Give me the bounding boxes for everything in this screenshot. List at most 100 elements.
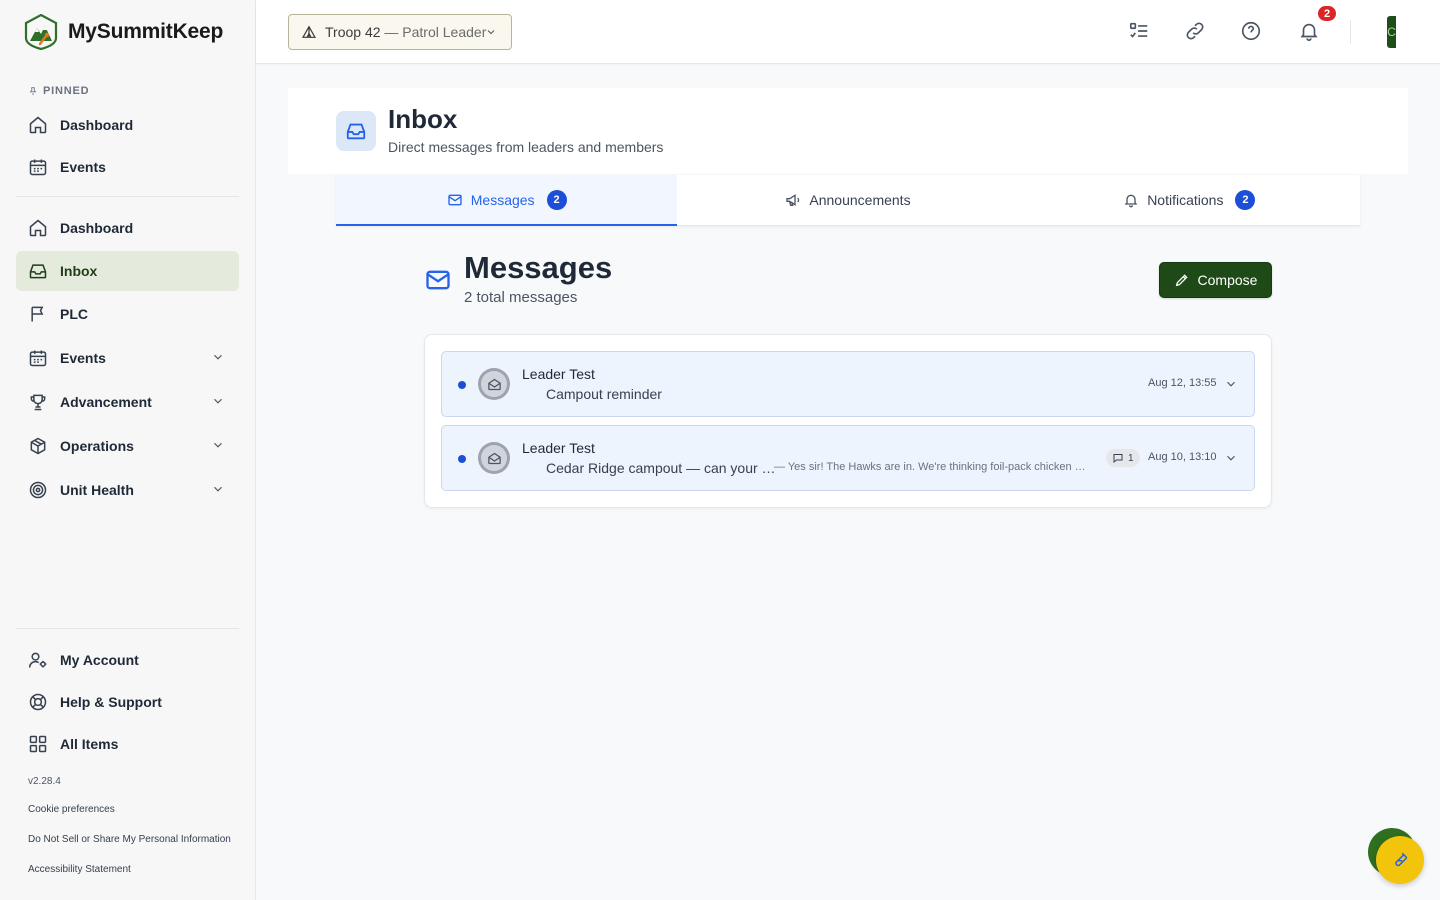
nav-label: Advancement bbox=[60, 394, 152, 410]
lifebuoy-icon bbox=[28, 692, 48, 712]
sidebar-item-all-items[interactable]: All Items bbox=[16, 724, 239, 764]
sender-avatar bbox=[478, 368, 510, 400]
sidebar-item-events[interactable]: Events bbox=[16, 338, 239, 378]
tab-label: Messages bbox=[470, 192, 535, 208]
envelope-icon bbox=[426, 270, 450, 290]
nav-label: Dashboard bbox=[60, 117, 134, 133]
target-icon bbox=[28, 480, 48, 500]
box-icon bbox=[28, 436, 48, 456]
topbar: Troop 42 — Patrol Leader 2 C bbox=[256, 0, 1440, 64]
brand-name: MySummitKeep bbox=[68, 20, 224, 43]
inbox-tabs: Messages 2 Announcements Notifications 2 bbox=[336, 175, 1360, 226]
nav-label: All Items bbox=[60, 736, 119, 752]
pinned-item-dashboard[interactable]: Dashboard bbox=[16, 105, 239, 145]
bell-icon bbox=[1123, 192, 1139, 208]
chevron-down-icon[interactable] bbox=[211, 438, 225, 452]
open-envelope-icon bbox=[487, 452, 501, 464]
sidebar-item-inbox[interactable]: Inbox bbox=[16, 251, 239, 291]
pinned-item-events[interactable]: Events bbox=[16, 147, 239, 187]
nav-label: Help & Support bbox=[60, 694, 162, 710]
sidebar-item-unit-health[interactable]: Unit Health bbox=[16, 470, 239, 510]
troop-selector[interactable]: Troop 42 — Patrol Leader bbox=[288, 14, 512, 50]
message-date: Aug 10, 13:10 bbox=[1148, 451, 1217, 463]
sidebar-item-dashboard[interactable]: Dashboard bbox=[16, 208, 239, 248]
reply-count: 1 bbox=[1128, 452, 1134, 464]
messages-count: 2 total messages bbox=[464, 289, 578, 306]
chevron-down-icon bbox=[487, 30, 495, 35]
grid-icon bbox=[28, 734, 48, 754]
page-header: Inbox Direct messages from leaders and m… bbox=[288, 88, 1408, 174]
chevron-down-icon[interactable] bbox=[211, 350, 225, 364]
notification-badge: 2 bbox=[1316, 4, 1338, 23]
cookie-preferences-link[interactable]: Cookie preferences bbox=[28, 804, 115, 815]
sidebar-divider bbox=[16, 196, 239, 197]
pin-icon bbox=[29, 87, 37, 96]
brand[interactable]: MySummitKeep bbox=[24, 14, 223, 50]
message-date: Aug 12, 13:55 bbox=[1148, 377, 1217, 389]
compose-button[interactable]: Compose bbox=[1159, 262, 1272, 298]
pencil-icon bbox=[1174, 272, 1190, 288]
sidebar-item-operations[interactable]: Operations bbox=[16, 426, 239, 466]
nav-label: Operations bbox=[60, 438, 134, 454]
checklist-icon[interactable] bbox=[1128, 20, 1150, 42]
tab-label: Announcements bbox=[809, 192, 911, 208]
pinned-label: PINNED bbox=[43, 85, 90, 97]
test-tube-button[interactable] bbox=[1376, 836, 1424, 884]
sidebar-divider bbox=[16, 628, 239, 629]
message-sender: Leader Test bbox=[522, 366, 595, 382]
nav-label: Dashboard bbox=[60, 220, 134, 236]
message-row[interactable]: Leader Test Cedar Ridge campout — can yo… bbox=[441, 425, 1255, 491]
help-icon[interactable] bbox=[1240, 20, 1262, 42]
chevron-down-icon[interactable] bbox=[1224, 377, 1238, 391]
user-avatar[interactable]: C bbox=[1387, 16, 1396, 48]
message-subject: Cedar Ridge campout — can your … bbox=[546, 460, 776, 476]
tent-icon bbox=[301, 25, 317, 38]
page-title: Inbox bbox=[388, 104, 458, 134]
compose-label: Compose bbox=[1197, 272, 1258, 288]
home-icon bbox=[28, 218, 48, 238]
sidebar-item-plc[interactable]: PLC bbox=[16, 294, 239, 334]
bell-icon[interactable] bbox=[1298, 20, 1320, 42]
tab-announcements[interactable]: Announcements bbox=[677, 175, 1018, 225]
sidebar: MySummitKeep PINNED Dashboard Events Das… bbox=[0, 0, 256, 900]
inbox-icon bbox=[28, 261, 48, 281]
mountain-logo-icon bbox=[24, 14, 58, 50]
chevron-down-icon[interactable] bbox=[211, 394, 225, 408]
troop-role: — Patrol Leader bbox=[380, 24, 487, 40]
link-icon[interactable] bbox=[1184, 20, 1206, 42]
accessibility-statement-link[interactable]: Accessibility Statement bbox=[28, 864, 131, 875]
tab-notifications[interactable]: Notifications 2 bbox=[1019, 175, 1360, 225]
message-subject: Campout reminder bbox=[546, 386, 662, 402]
nav-label: Inbox bbox=[60, 263, 98, 279]
nav-label: My Account bbox=[60, 652, 139, 668]
home-icon bbox=[28, 115, 48, 135]
user-settings-icon bbox=[28, 650, 48, 670]
trophy-icon bbox=[28, 392, 48, 412]
sidebar-item-my-account[interactable]: My Account bbox=[16, 640, 239, 680]
envelope-icon bbox=[447, 192, 463, 208]
tab-label: Notifications bbox=[1147, 192, 1224, 208]
open-envelope-icon bbox=[487, 378, 501, 390]
chevron-down-icon[interactable] bbox=[211, 482, 225, 496]
messages-title: Messages bbox=[464, 250, 613, 285]
reply-count-chip: 1 bbox=[1106, 449, 1140, 467]
message-row[interactable]: Leader Test Campout reminder Aug 12, 13:… bbox=[441, 351, 1255, 417]
message-sender: Leader Test bbox=[522, 440, 595, 456]
inbox-icon bbox=[336, 111, 376, 151]
megaphone-icon bbox=[785, 192, 801, 208]
calendar-icon bbox=[28, 157, 48, 177]
nav-label: PLC bbox=[60, 306, 88, 322]
chevron-down-icon[interactable] bbox=[1224, 451, 1238, 465]
message-list: Leader Test Campout reminder Aug 12, 13:… bbox=[424, 334, 1272, 508]
unread-indicator bbox=[458, 455, 466, 463]
tab-count-badge: 2 bbox=[546, 190, 567, 210]
pinned-heading: PINNED bbox=[28, 85, 89, 97]
do-not-sell-link[interactable]: Do Not Sell or Share My Personal Informa… bbox=[28, 834, 231, 845]
nav-label: Events bbox=[60, 350, 106, 366]
tab-messages[interactable]: Messages 2 bbox=[336, 175, 678, 226]
sidebar-item-advancement[interactable]: Advancement bbox=[16, 382, 239, 422]
sidebar-item-help-support[interactable]: Help & Support bbox=[16, 682, 239, 722]
page-subtitle: Direct messages from leaders and members bbox=[388, 139, 664, 155]
comment-icon bbox=[1113, 454, 1123, 464]
nav-label: Unit Health bbox=[60, 482, 134, 498]
